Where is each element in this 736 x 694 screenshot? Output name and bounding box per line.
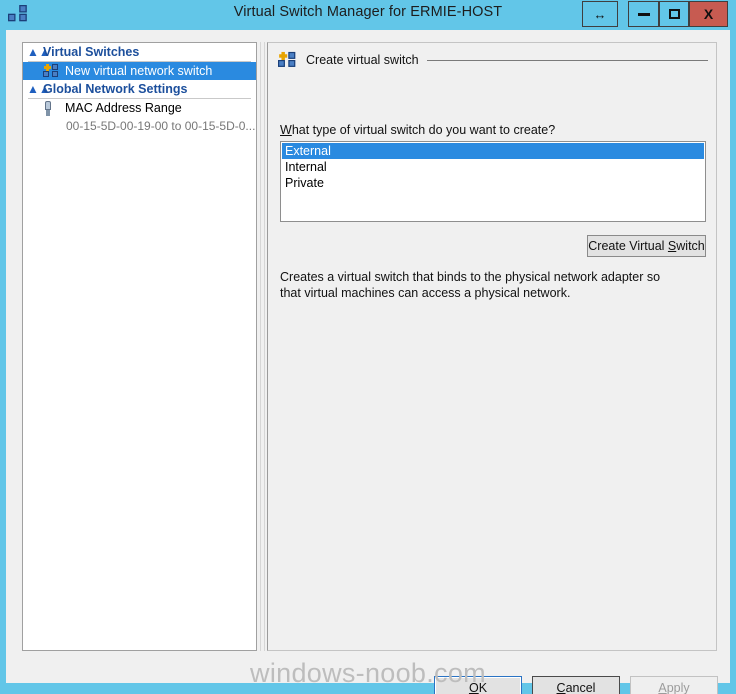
new-virtual-switch-icon bbox=[43, 64, 65, 78]
mac-address-range-value: 00-15-5D-00-19-00 to 00-15-5D-0... bbox=[66, 118, 256, 133]
tree-item-mac-address-range[interactable]: MAC Address Range bbox=[23, 99, 256, 117]
maximize-button[interactable] bbox=[659, 1, 689, 27]
watermark: windows-noob.com bbox=[250, 658, 486, 688]
tree-group-global-network-settings[interactable]: ▲▲ Global Network Settings bbox=[23, 80, 256, 97]
section-header: Create virtual switch bbox=[276, 50, 710, 70]
tree-item-label: MAC Address Range bbox=[65, 101, 182, 115]
switch-type-question: What type of virtual switch do you want … bbox=[280, 123, 555, 137]
switch-type-listbox[interactable]: External Internal Private bbox=[280, 141, 706, 222]
tree-group-virtual-switches[interactable]: ▲▲ Virtual Switches bbox=[23, 43, 256, 60]
tree-group-label: Virtual Switches bbox=[43, 44, 140, 59]
chevron-collapse-icon[interactable]: ▲▲ bbox=[27, 83, 51, 95]
minimize-button[interactable] bbox=[628, 1, 659, 27]
chevron-collapse-icon[interactable]: ▲▲ bbox=[27, 46, 51, 58]
create-virtual-switch-button[interactable]: Create Virtual Switch bbox=[587, 235, 706, 257]
switch-type-option-external[interactable]: External bbox=[282, 143, 704, 159]
section-divider bbox=[426, 59, 708, 61]
question-text: hat type of virtual switch do you want t… bbox=[291, 123, 556, 137]
switch-type-description: Creates a virtual switch that binds to t… bbox=[280, 270, 661, 300]
switch-type-option-private[interactable]: Private bbox=[282, 175, 704, 191]
create-button-prefix: Create Virtual bbox=[588, 239, 668, 253]
title-bar: Virtual Switch Manager for ERMIE-HOST ↔ … bbox=[0, 0, 736, 30]
maximize-icon bbox=[668, 9, 680, 19]
tree-item-new-virtual-network-switch[interactable]: New virtual network switch bbox=[23, 62, 256, 80]
window-title: Virtual Switch Manager for ERMIE-HOST bbox=[233, 4, 503, 20]
create-button-accel-key: S bbox=[667, 239, 677, 253]
close-icon: X bbox=[703, 6, 714, 22]
close-button[interactable]: X bbox=[689, 1, 728, 27]
resize-button[interactable]: ↔ bbox=[582, 1, 618, 27]
tree-item-label: New virtual network switch bbox=[65, 64, 213, 78]
panel-splitter[interactable] bbox=[260, 42, 265, 651]
switch-type-option-internal[interactable]: Internal bbox=[282, 159, 704, 175]
navigation-tree[interactable]: ▲▲ Virtual Switches New virtual network … bbox=[22, 42, 257, 651]
new-virtual-switch-icon bbox=[278, 51, 296, 68]
question-accel-key: W bbox=[280, 123, 292, 137]
resize-icon: ↔ bbox=[593, 6, 607, 22]
tree-group-label: Global Network Settings bbox=[43, 81, 188, 96]
create-button-suffix: witch bbox=[676, 239, 705, 253]
mac-address-icon bbox=[43, 100, 65, 116]
section-title: Create virtual switch bbox=[306, 53, 419, 67]
dialog-client-area: ▲▲ Virtual Switches New virtual network … bbox=[6, 30, 730, 694]
content-panel: Create virtual switch What type of virtu… bbox=[267, 42, 717, 651]
virtual-switch-manager-window: Virtual Switch Manager for ERMIE-HOST ↔ … bbox=[0, 0, 736, 694]
minimize-icon bbox=[637, 12, 650, 16]
